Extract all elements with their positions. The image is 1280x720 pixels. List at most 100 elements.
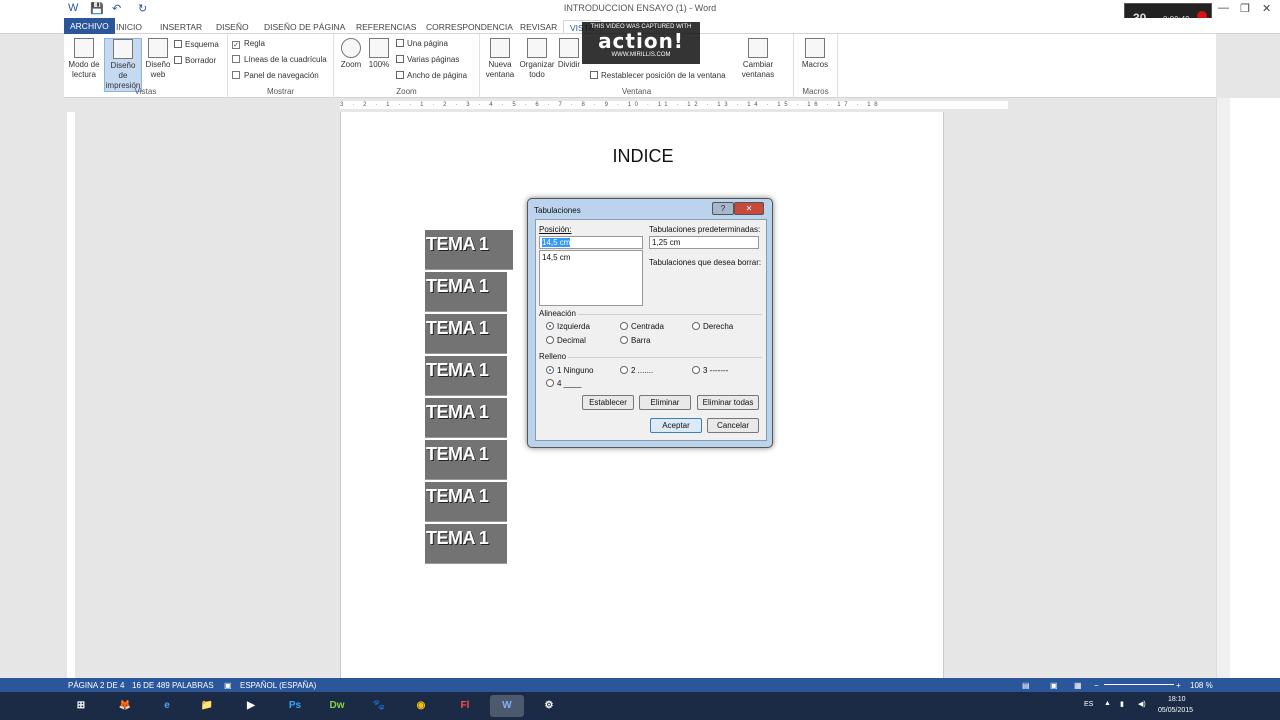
dreamweaver-icon[interactable]: Dw (320, 695, 354, 717)
varias-paginas-button[interactable]: Varias páginas (396, 55, 459, 64)
lineas-checkbox[interactable]: Líneas de la cuadrícula (232, 55, 327, 64)
title-bar: W 💾 ↶ ↻ INTRODUCCION ENSAYO (1) - Word —… (0, 0, 1280, 18)
relleno-3-radio[interactable]: 3 ------- (692, 366, 728, 375)
web-layout-icon[interactable]: ▦ (1074, 681, 1082, 690)
index-entry[interactable]: TEMA 1 (425, 482, 507, 522)
page-count[interactable]: PÁGINA 2 DE 4 (68, 681, 124, 690)
posicion-list[interactable]: 14,5 cm (539, 250, 643, 306)
tab-correspondencia[interactable]: CORRESPONDENCIA (420, 20, 519, 33)
zoom-in-icon[interactable]: + (1176, 681, 1181, 690)
ancho-pagina-button[interactable]: Ancho de página (396, 71, 467, 80)
tab-insertar[interactable]: INSERTAR (154, 20, 208, 33)
minimize-button[interactable]: — (1218, 2, 1229, 14)
zoom-100-button[interactable]: 100% (366, 38, 392, 70)
zoom-out-icon[interactable]: − (1094, 681, 1099, 690)
index-entry[interactable]: TEMA 1 (425, 440, 507, 480)
firefox-icon[interactable]: 🦊 (108, 695, 142, 717)
tab-diseno-pagina[interactable]: DISEÑO DE PÁGINA (258, 20, 351, 33)
centrada-radio[interactable]: Centrada (620, 322, 664, 331)
media-player-icon[interactable]: ▶ (234, 695, 268, 717)
ie-icon[interactable]: e (150, 695, 184, 717)
regla-checkbox[interactable]: ✓ Regla (232, 39, 265, 49)
network-icon[interactable]: ▮ (1120, 700, 1124, 708)
tab-archivo[interactable]: ARCHIVO (64, 18, 115, 34)
una-pagina-button[interactable]: Una página (396, 39, 448, 48)
index-entry[interactable]: TEMA 1 (425, 356, 507, 396)
chrome-icon[interactable]: ◉ (404, 695, 438, 717)
word-count[interactable]: 16 DE 489 PALABRAS (132, 681, 214, 690)
tray-arrow-icon[interactable]: ▲ (1104, 700, 1111, 707)
index-entry[interactable]: TEMA 1 (425, 314, 507, 354)
relleno-4-radio[interactable]: 4 ____ (546, 379, 581, 388)
relleno-ninguno-radio[interactable]: 1 Ninguno (546, 366, 593, 375)
macros-button[interactable]: Macros (798, 38, 832, 70)
group-vistas: Modo de lectura Diseño de impresión Dise… (64, 34, 228, 98)
modo-lectura-button[interactable]: Modo de lectura (66, 38, 102, 80)
barra-radio[interactable]: Barra (620, 336, 651, 345)
borrador-button[interactable]: Borrador (174, 56, 216, 65)
group-zoom: Zoom 100% Una página Varias páginas Anch… (334, 34, 480, 98)
zoom-level[interactable]: 108 % (1190, 681, 1213, 690)
language[interactable]: ESPAÑOL (ESPAÑA) (240, 681, 316, 690)
volume-icon[interactable]: ◀) (1138, 700, 1146, 708)
derecha-radio[interactable]: Derecha (692, 322, 733, 331)
tab-referencias[interactable]: REFERENCIAS (350, 20, 422, 33)
eliminar-button[interactable]: Eliminar (639, 395, 691, 410)
vertical-ruler[interactable] (64, 112, 78, 678)
start-button[interactable]: ⊞ (66, 695, 96, 717)
esquema-button[interactable]: Esquema (174, 40, 219, 49)
gimp-icon[interactable]: 🐾 (362, 695, 396, 717)
establecer-button[interactable]: Establecer (582, 395, 634, 410)
magnifier-icon (341, 38, 361, 58)
maximize-button[interactable]: ❐ (1240, 2, 1250, 15)
zoom-slider[interactable] (1104, 684, 1174, 685)
index-entry[interactable]: TEMA 1 (425, 398, 507, 438)
word-taskbar-icon[interactable]: W (490, 695, 524, 717)
posicion-input[interactable]: 14,5 cm (539, 236, 643, 249)
photoshop-icon[interactable]: Ps (278, 695, 312, 717)
tab-inicio[interactable]: INICIO (110, 20, 148, 33)
draft-icon (174, 56, 182, 64)
zoom-button[interactable]: Zoom (338, 38, 364, 70)
eliminar-todas-button[interactable]: Eliminar todas (697, 395, 759, 410)
clock-date[interactable]: 05/05/2015 (1158, 707, 1193, 714)
index-entry[interactable]: TEMA 1 (425, 272, 507, 312)
decimal-radio[interactable]: Decimal (546, 336, 586, 345)
izquierda-radio[interactable]: Izquierda (546, 322, 590, 331)
panel-checkbox[interactable]: Panel de navegación (232, 71, 319, 80)
vertical-scrollbar[interactable] (1216, 98, 1280, 678)
proofing-icon[interactable]: ▣ (224, 681, 232, 690)
alineacion-label: Alineación (539, 309, 576, 318)
cancelar-button[interactable]: Cancelar (707, 418, 759, 433)
tab-revisar[interactable]: REVISAR (514, 20, 563, 33)
list-item[interactable]: 14,5 cm (542, 253, 640, 262)
relleno-2-radio[interactable]: 2 ....... (620, 366, 653, 375)
explorer-icon[interactable]: 📁 (190, 695, 224, 717)
index-entry[interactable]: TEMA 1 (425, 230, 513, 270)
read-mode-icon[interactable]: ▤ (1022, 681, 1030, 690)
organizar-todo-button[interactable]: Organizar todo (518, 38, 556, 80)
book-icon (74, 38, 94, 58)
diseno-impresion-button[interactable]: Diseño de impresión (104, 38, 142, 92)
index-entry[interactable]: TEMA 1 (425, 524, 507, 564)
close-button[interactable]: ✕ (1262, 2, 1271, 15)
dialog-close-button[interactable]: ✕ (734, 202, 764, 215)
print-layout-icon[interactable]: ▣ (1050, 681, 1058, 690)
tab-diseno[interactable]: DISEÑO (210, 20, 255, 33)
cambiar-ventanas-button[interactable]: Cambiar ventanas (738, 38, 778, 80)
multi-page-icon (396, 55, 404, 63)
horizontal-ruler[interactable]: 3 · 2 · 1 · · 1 · 2 · 3 · 4 · 5 · 6 · 7 … (64, 98, 1216, 112)
aceptar-button[interactable]: Aceptar (650, 418, 702, 433)
dividir-button[interactable]: Dividir (556, 38, 582, 70)
action-recorder-icon[interactable]: ⚙ (532, 695, 566, 717)
clock-time[interactable]: 18:10 (1168, 696, 1186, 703)
single-page-icon (396, 39, 404, 47)
predeterminadas-input[interactable]: 1,25 cm (649, 236, 759, 249)
flash-icon[interactable]: Fl (448, 695, 482, 717)
help-button[interactable]: ? (712, 202, 734, 215)
nueva-ventana-button[interactable]: Nueva ventana (484, 38, 516, 80)
restablecer-button[interactable]: Restablecer posición de la ventana (590, 71, 726, 80)
predeterminadas-label: Tabulaciones predeterminadas: (649, 225, 761, 234)
diseno-web-button[interactable]: Diseño web (144, 38, 172, 80)
language-indicator[interactable]: ES (1084, 701, 1093, 708)
